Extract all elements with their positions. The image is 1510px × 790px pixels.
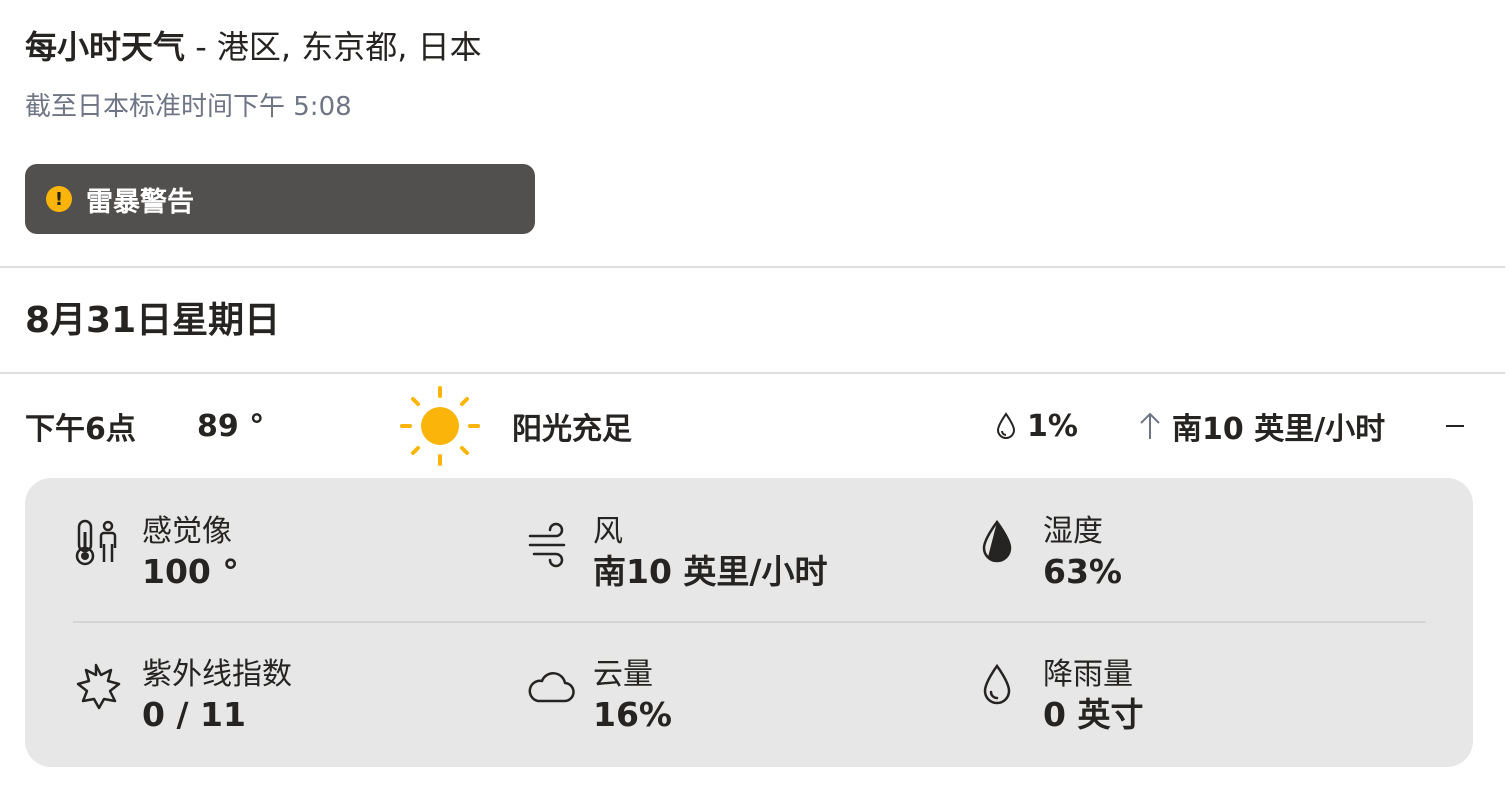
title-location: 港区, 东京都, 日本 (216, 28, 482, 66)
precip-chance: 1% (995, 380, 1078, 472)
detail-label: 降雨量 (1043, 657, 1133, 692)
rain-drop-icon (983, 663, 1011, 705)
detail-label: 风 (593, 514, 623, 549)
thunderstorm-alert-button[interactable]: ! 雷暴警告 (25, 164, 535, 234)
hour-summary-row[interactable]: 下午6点 89 ° 阳光充足 1% 南10 英里/小时 (0, 380, 1505, 472)
detail-value: 0 英寸 (1043, 695, 1144, 734)
hour-time: 下午6点 (25, 412, 136, 447)
page-header: 每小时天气 - 港区, 东京都, 日本 截至日本标准时间下午 5:08 (25, 25, 1325, 124)
page-title: 每小时天气 - 港区, 东京都, 日本 (25, 25, 1325, 69)
detail-value: 0 / 11 (142, 695, 246, 734)
precip-drop-icon (996, 412, 1016, 439)
hour-details-panel: 感觉像 100 ° 风 南10 英里/小时 湿度 63% 紫外线指数 0 / 1… (25, 478, 1473, 767)
collapse-button[interactable] (1440, 420, 1470, 432)
detail-label: 紫外线指数 (142, 657, 292, 692)
hour-temperature: 89 ° (197, 408, 265, 444)
precip-chance-value: 1% (1027, 408, 1078, 444)
details-divider (73, 621, 1426, 623)
section-divider (0, 266, 1505, 268)
alert-label: 雷暴警告 (86, 186, 194, 218)
uv-sun-icon (76, 663, 121, 710)
sun-icon (400, 386, 480, 466)
hour-wind: 南10 英里/小时 (1138, 380, 1385, 472)
hour-wind-value: 南10 英里/小时 (1172, 412, 1386, 447)
minus-icon (1446, 425, 1464, 427)
wind-icon (528, 522, 566, 568)
alert-icon: ! (46, 186, 72, 212)
detail-value: 63% (1043, 552, 1122, 591)
detail-value: 16% (593, 695, 672, 734)
title-separator: - (185, 28, 217, 66)
detail-value: 南10 英里/小时 (593, 552, 828, 591)
detail-value: 100 ° (142, 552, 239, 591)
detail-label: 云量 (593, 657, 653, 692)
detail-label: 湿度 (1043, 514, 1103, 549)
section-divider (0, 372, 1505, 374)
as-of-timestamp: 截至日本标准时间下午 5:08 (25, 92, 352, 122)
title-main: 每小时天气 (25, 28, 186, 66)
humidity-drop-icon (982, 519, 1012, 563)
wind-direction-arrow-icon (1140, 412, 1160, 439)
thermometer-person-icon (75, 519, 117, 566)
date-heading: 8月31日星期日 (25, 300, 281, 341)
detail-label: 感觉像 (142, 514, 232, 549)
hour-condition: 阳光充足 (512, 412, 632, 447)
cloud-icon (528, 672, 575, 703)
